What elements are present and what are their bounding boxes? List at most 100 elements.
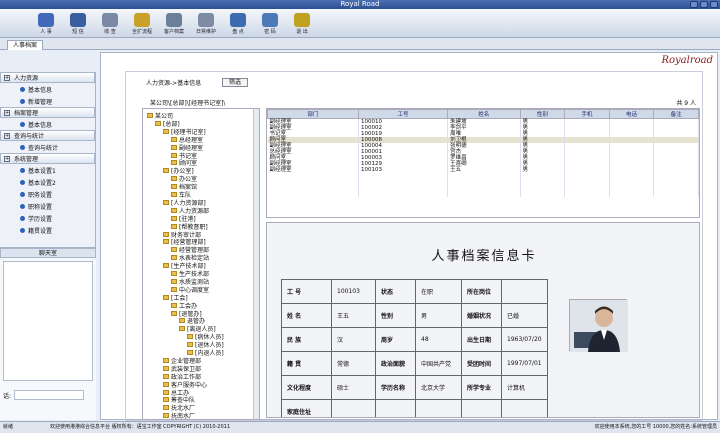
toolbar-button-1[interactable]: 短 信 (62, 9, 94, 38)
card-row: 籍 贯常德 政治面貌 中国共产党 受团时间 1997/07/01 (281, 351, 548, 376)
sidebar-item[interactable]: 基本信息 (0, 118, 95, 130)
folder-icon (187, 350, 193, 355)
maximize-button[interactable] (700, 1, 708, 8)
close-button[interactable] (710, 1, 718, 8)
tree-scrollbar[interactable] (253, 109, 259, 419)
sidebar-item[interactable]: 职务设置 (0, 188, 95, 200)
column-header[interactable]: 手机 (564, 109, 610, 119)
folder-icon (163, 239, 169, 245)
toolbar-button-8[interactable]: 退 出 (286, 9, 318, 38)
folder-icon (163, 413, 169, 419)
column-header[interactable]: 备注 (653, 109, 699, 119)
tools-icon (198, 12, 214, 27)
folder-icon (179, 326, 185, 332)
card-field: 48 (415, 327, 462, 352)
breadcrumb: 人力资源->基本信息 (146, 80, 202, 87)
bullet-icon (20, 179, 25, 185)
expand-toggle-icon[interactable]: + (4, 74, 10, 81)
chat-title: 聊天室 (0, 248, 96, 258)
chat-messages[interactable] (3, 261, 93, 381)
folder-icon (171, 192, 177, 197)
sidebar-group-3[interactable]: + 系统管理 (0, 153, 95, 164)
table-cell (653, 191, 699, 197)
sidebar-item[interactable]: 查询与统计 (0, 141, 95, 153)
clock-icon (102, 12, 118, 27)
card-field: 在职 (415, 279, 462, 304)
folder-icon (171, 136, 177, 142)
folder-icon (171, 184, 177, 190)
sidebar-item[interactable]: 新增管理 (0, 95, 95, 107)
card-title: 人事档案信息卡 (431, 249, 537, 264)
card-row: 文化程度 硕士 学历名称 北京大学 所学专业 计算机 (281, 375, 548, 400)
bullet-icon (20, 167, 25, 173)
toolbar-button-2[interactable]: 收 查 (94, 9, 126, 38)
tree-node[interactable]: 抚南水厂 (163, 411, 195, 419)
card-field: 学历名称 (375, 375, 416, 400)
folder-icon (163, 397, 169, 403)
sidebar-item[interactable]: 籍贯设置 (0, 224, 95, 236)
recycle-icon (134, 12, 150, 27)
folder-icon (187, 342, 193, 348)
profile-card: 人事档案信息卡 工 号 100103 状态 在职 所在岗位姓 名王五 性别男婚姻状况 已婚民… (266, 222, 700, 418)
column-header[interactable]: 电话 (608, 109, 655, 119)
toolbar-button-5[interactable]: 日常维护 (190, 9, 222, 38)
sidebar-item-label: 职称设置 (28, 203, 53, 211)
toolbar-button-6[interactable]: 盘 点 (222, 9, 254, 38)
sidebar-item[interactable]: 学历设置 (0, 212, 95, 224)
sidebar-item[interactable]: 基本信息 (0, 83, 95, 95)
sidebar-item-label: 职务设置 (28, 191, 53, 199)
column-header[interactable]: 部门 (267, 109, 359, 119)
card-row: 工 号 100103 状态 在职 所在岗位 (281, 279, 548, 304)
card-field: 所在岗位 (461, 279, 502, 304)
toolbar-button-0[interactable]: 人 事 (30, 9, 62, 38)
tab-personnel-archive[interactable]: 人事档案 (7, 40, 44, 50)
expand-toggle-icon[interactable]: + (4, 109, 10, 116)
folder-icon (171, 223, 177, 229)
filter-button[interactable]: 筛选 (222, 78, 248, 87)
column-header[interactable]: 工号 (357, 109, 449, 119)
sidebar-item[interactable]: 基本设置1 (0, 164, 95, 176)
card-field: 文化程度 (281, 375, 332, 400)
card-field: 王五 (331, 303, 376, 328)
toolbar-label: 日常维护 (195, 28, 216, 35)
folder-icon (171, 247, 177, 253)
chat-input-row: 话: (3, 385, 93, 405)
folder-icon (187, 334, 193, 340)
gears-icon (230, 12, 246, 27)
toolbar-button-3[interactable]: 全扩流程 (126, 9, 158, 38)
status-user: 欢迎使用本系统,您的工号 10000,您的姓名:系统管理员 (594, 424, 717, 430)
sidebar-group-2[interactable]: + 查询与统计 (0, 130, 95, 141)
column-header[interactable]: 姓名 (447, 109, 521, 119)
employee-photo (569, 299, 628, 352)
card-field: 状态 (375, 279, 416, 304)
card-row: 民 族汉周岁 48 出生日期 1963/07/20 (281, 327, 548, 352)
folder-icon (163, 294, 169, 300)
card-field: 周岁 (375, 327, 416, 352)
toolbar-label: 人 事 (40, 28, 52, 35)
minimize-button[interactable] (690, 1, 698, 8)
table-cell (267, 191, 359, 197)
exit-icon (294, 12, 310, 27)
column-header[interactable]: 性别 (519, 109, 566, 119)
person-icon (38, 12, 54, 27)
card-field (501, 279, 548, 304)
toolbar-button-4[interactable]: 客户档案 (158, 9, 190, 38)
expand-toggle-icon[interactable]: + (4, 155, 10, 162)
folder-icon (171, 286, 177, 292)
sidebar-group-title: 档案管理 (14, 110, 39, 117)
folder-icon (171, 302, 177, 308)
card-field: 计算机 (501, 375, 548, 400)
employee-grid: 部门 工号 姓名 性别 手机 电话 备注 副经理室 100010 朱建坡男副经理室 100002 李剑… (266, 108, 700, 218)
sidebar-group-1[interactable]: + 档案管理 (0, 107, 95, 118)
main-panel: Royalroad 人力资源->基本信息 筛选 某公司\[总部]\[经理书记室]… (100, 52, 718, 421)
card-row: 家庭住址 (281, 399, 548, 417)
toolbar-button-7[interactable]: 密 码 (254, 9, 286, 38)
sidebar-group-0[interactable]: + 人力资源 (0, 72, 95, 83)
folder-icon (163, 168, 169, 174)
folder-icon (171, 176, 177, 182)
sidebar-item[interactable]: 职称设置 (0, 200, 95, 212)
sidebar-item[interactable]: 基本设置2 (0, 176, 95, 188)
chat-input[interactable] (14, 390, 85, 400)
card-field: 100103 (331, 279, 376, 304)
expand-toggle-icon[interactable]: + (4, 132, 10, 139)
